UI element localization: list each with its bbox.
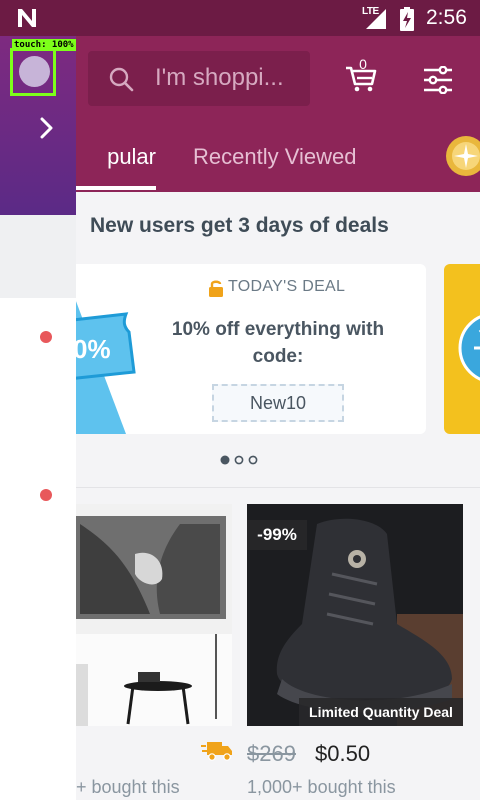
carousel-dots xyxy=(220,455,258,465)
product-card-boots[interactable]: -99% Limited Quantity Deal xyxy=(247,504,463,726)
battery-icon xyxy=(400,7,414,31)
new-user-banner-title: New users get 3 days of deals xyxy=(90,214,389,237)
notification-dot xyxy=(40,489,52,501)
ticket-text: 0% xyxy=(73,334,111,364)
chevron-right-icon[interactable] xyxy=(39,116,55,140)
truck-icon xyxy=(201,742,232,761)
search-icon xyxy=(109,67,134,92)
discount-badge: -99% xyxy=(247,520,307,550)
side-panel-header xyxy=(0,215,76,298)
search-placeholder: I'm shoppi... xyxy=(155,64,284,91)
original-price: $269 xyxy=(247,741,296,766)
promo-code[interactable]: New10 xyxy=(212,384,344,422)
side-panel xyxy=(0,215,76,800)
status-bar: LTE 2:56 xyxy=(0,0,480,36)
clock: 2:56 xyxy=(426,6,467,29)
bought-count: + bought this xyxy=(76,777,180,797)
filter-icon[interactable] xyxy=(423,66,453,94)
bought-count: 1,000+ bought this xyxy=(247,777,396,797)
touch-point xyxy=(19,56,50,87)
signal-icon xyxy=(366,9,386,29)
limited-quantity-badge: Limited Quantity Deal xyxy=(299,698,463,726)
todays-deal-card[interactable]: 0% TODAY'S DEAL 10% off everything with … xyxy=(40,264,426,434)
clock-illustration-icon xyxy=(458,315,480,381)
cart-count-badge: 0 xyxy=(359,56,367,72)
coin-icon[interactable] xyxy=(445,134,480,178)
deal-description: 10% off everything with code: xyxy=(171,319,385,367)
lock-icon xyxy=(209,280,223,297)
next-deal-card[interactable] xyxy=(444,264,480,434)
todays-deal-label: TODAY'S DEAL xyxy=(228,278,346,295)
search-input[interactable]: I'm shoppi... xyxy=(88,51,310,106)
sale-price: $0.50 xyxy=(315,741,371,766)
n-logo-icon xyxy=(18,9,36,27)
tab-recently-viewed[interactable]: Recently Viewed xyxy=(193,144,356,170)
notification-dot xyxy=(40,331,52,343)
section-divider xyxy=(76,487,480,488)
